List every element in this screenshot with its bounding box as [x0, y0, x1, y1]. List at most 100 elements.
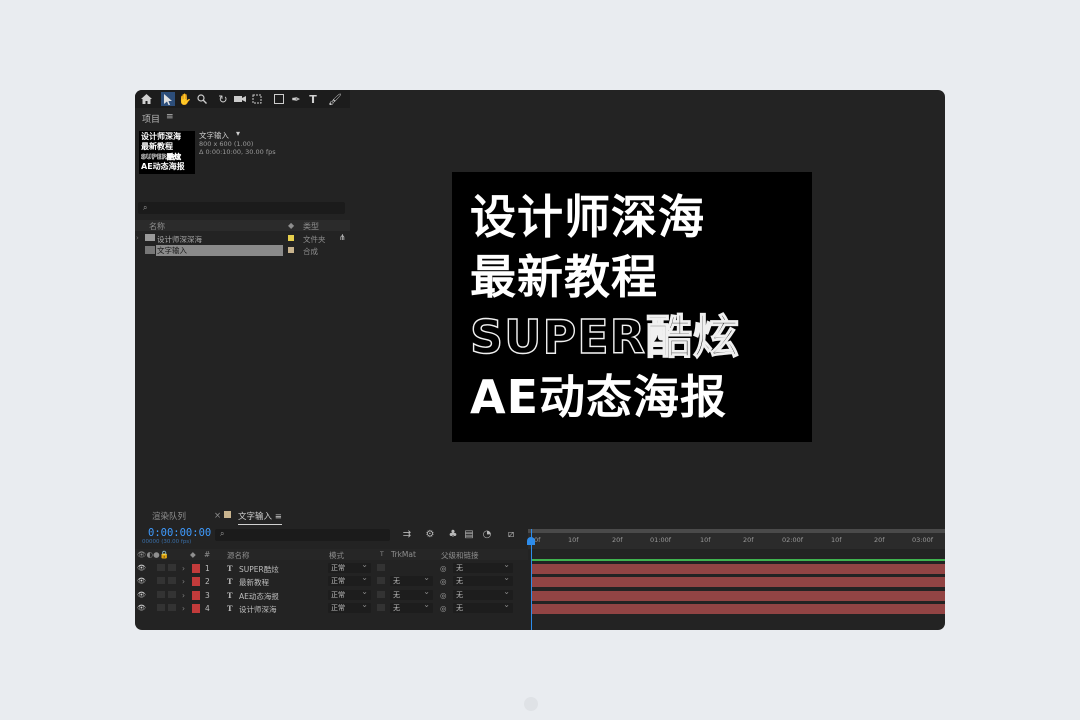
column-t[interactable]: T — [380, 551, 384, 558]
layer-name[interactable]: SUPER酷炫 — [239, 564, 279, 575]
camera-tool-icon[interactable] — [233, 92, 247, 106]
layer-duration-bar[interactable] — [532, 604, 945, 614]
layer-row[interactable]: 👁 › 2 T 最新教程 正常 无 ◎ 无 — [135, 573, 528, 588]
layer-name[interactable]: AE动态海报 — [239, 591, 279, 602]
lock-box[interactable] — [168, 604, 176, 611]
column-trkmat[interactable]: TrkMat — [391, 550, 416, 559]
solo-box[interactable] — [157, 604, 165, 611]
pen-tool-icon[interactable]: ✒ — [289, 92, 303, 106]
solo-box[interactable] — [157, 591, 165, 598]
label-swatch[interactable] — [288, 247, 294, 253]
selection-tool-icon[interactable] — [161, 92, 175, 106]
current-time-display[interactable]: 0:00:00:00 — [148, 527, 211, 539]
rectangle-tool-icon[interactable] — [272, 92, 286, 106]
time-ruler[interactable]: 0f 10f 20f 01:00f 10f 20f 02:00f 10f 20f… — [528, 529, 945, 549]
hand-tool-icon[interactable]: ✋ — [178, 92, 192, 106]
graph-editor-icon[interactable]: ⧄ — [505, 529, 517, 541]
tab-composition[interactable]: 文字输入 ≡ — [238, 510, 282, 525]
layer-duration-bar[interactable] — [532, 577, 945, 587]
layer-label-swatch[interactable] — [192, 577, 200, 586]
shy-layers-icon[interactable]: ♣ — [447, 529, 459, 541]
brush-tool-icon[interactable]: 🖌 — [328, 92, 342, 106]
solo-box[interactable] — [157, 564, 165, 571]
pick-whip-icon[interactable]: ◎ — [440, 591, 447, 600]
pick-whip-icon[interactable]: ◎ — [440, 604, 447, 613]
tab-menu-icon[interactable]: ≡ — [275, 512, 282, 522]
lock-box[interactable] — [168, 577, 176, 584]
solo-box[interactable] — [157, 577, 165, 584]
project-panel-title[interactable]: 项目 — [142, 112, 160, 125]
composition-viewer[interactable]: 设计师深海 最新教程 SUPER酷炫 AE动态海报 — [452, 172, 812, 442]
column-source-name[interactable]: 源名称 — [227, 550, 250, 561]
frame-count-display: 00000 (30.00 fps) — [142, 539, 192, 545]
zoom-tool-icon[interactable] — [195, 92, 209, 106]
label-tag-icon[interactable]: ◆ — [288, 221, 294, 230]
chevron-down-icon[interactable]: ▾ — [236, 129, 240, 138]
parent-dropdown[interactable]: 无 — [453, 587, 513, 600]
home-icon[interactable] — [139, 92, 153, 106]
project-panel-menu-icon[interactable]: ≡ — [166, 112, 174, 122]
mode-dropdown[interactable]: 正常 — [328, 600, 371, 613]
comp-mini-flowchart-icon[interactable]: ⇉ — [401, 529, 413, 541]
label-swatch[interactable] — [288, 235, 294, 241]
text-layer-icon: T — [227, 577, 233, 586]
project-item-comp[interactable]: 文字输入 合成 — [135, 245, 340, 256]
expand-arrow-icon[interactable]: › — [182, 591, 185, 600]
layer-row[interactable]: 👁 › 1 T SUPER酷炫 正常 ◎ 无 — [135, 560, 528, 575]
pick-whip-icon[interactable]: ◎ — [440, 564, 447, 573]
layer-label-swatch[interactable] — [192, 591, 200, 600]
lock-box[interactable] — [168, 564, 176, 571]
parent-dropdown[interactable]: 无 — [453, 560, 513, 573]
trkmat-dropdown[interactable]: 无 — [390, 573, 433, 586]
layer-label-swatch[interactable] — [192, 604, 200, 613]
layer-duration-bar[interactable] — [532, 564, 945, 574]
mode-dropdown[interactable]: 正常 — [328, 587, 371, 600]
av-features-icons[interactable]: 👁◐●🔒 — [137, 550, 169, 559]
preserve-transparency-box[interactable] — [377, 604, 385, 611]
eye-icon[interactable]: 👁 — [137, 591, 146, 599]
parent-dropdown[interactable]: 无 — [453, 573, 513, 586]
mode-dropdown[interactable]: 正常 — [328, 573, 371, 586]
expand-arrow-icon[interactable]: › — [182, 604, 185, 613]
eye-icon[interactable]: 👁 — [137, 577, 146, 585]
eye-icon[interactable]: 👁 — [137, 564, 146, 572]
type-tool-icon[interactable]: T — [306, 92, 320, 106]
preserve-transparency-box[interactable] — [377, 577, 385, 584]
column-type[interactable]: 类型 — [303, 221, 319, 232]
timeline-search-input[interactable]: ⌕ — [215, 529, 390, 541]
close-icon[interactable]: × — [214, 511, 221, 521]
expand-arrow-icon[interactable]: › — [182, 564, 185, 573]
column-name[interactable]: 名称 — [149, 221, 165, 232]
layer-name[interactable]: 设计师深海 — [239, 604, 277, 615]
tab-render-queue[interactable]: 渲染队列 — [152, 510, 186, 522]
column-parent[interactable]: 父级和链接 — [441, 550, 479, 561]
flowchart-icon[interactable]: ⋔ — [339, 233, 346, 242]
layer-row[interactable]: 👁 › 3 T AE动态海报 正常 无 ◎ 无 — [135, 587, 528, 602]
playhead-handle[interactable] — [527, 537, 535, 545]
trkmat-dropdown[interactable]: 无 — [390, 587, 433, 600]
motion-blur-icon[interactable]: ◔ — [481, 529, 493, 541]
work-area-track[interactable] — [528, 529, 945, 533]
frame-blending-icon[interactable]: ▤ — [463, 529, 475, 541]
project-search-input[interactable]: ⌕ — [138, 202, 345, 214]
pick-whip-icon[interactable]: ◎ — [440, 577, 447, 586]
rotate-tool-icon[interactable]: ↻ — [216, 92, 230, 106]
draft-3d-icon[interactable]: ⚙ — [424, 529, 436, 541]
eye-icon[interactable]: 👁 — [137, 604, 146, 612]
preserve-transparency-box[interactable] — [377, 591, 385, 598]
column-mode[interactable]: 模式 — [329, 550, 344, 561]
preserve-transparency-box[interactable] — [377, 564, 385, 571]
lock-box[interactable] — [168, 591, 176, 598]
pan-behind-tool-icon[interactable] — [250, 92, 264, 106]
trkmat-dropdown[interactable]: 无 — [390, 600, 433, 613]
project-item-folder[interactable]: › 设计师深深海 文件夹 ⋔ — [135, 233, 346, 244]
label-tag-icon[interactable]: ◆ — [190, 550, 196, 559]
expand-arrow-icon[interactable]: › — [136, 234, 139, 242]
layer-label-swatch[interactable] — [192, 564, 200, 573]
parent-dropdown[interactable]: 无 — [453, 600, 513, 613]
expand-arrow-icon[interactable]: › — [182, 577, 185, 586]
layer-row[interactable]: 👁 › 4 T 设计师深海 正常 无 ◎ 无 — [135, 600, 528, 615]
layer-name[interactable]: 最新教程 — [239, 577, 269, 588]
mode-dropdown[interactable]: 正常 — [328, 560, 371, 573]
layer-duration-bar[interactable] — [532, 591, 945, 601]
